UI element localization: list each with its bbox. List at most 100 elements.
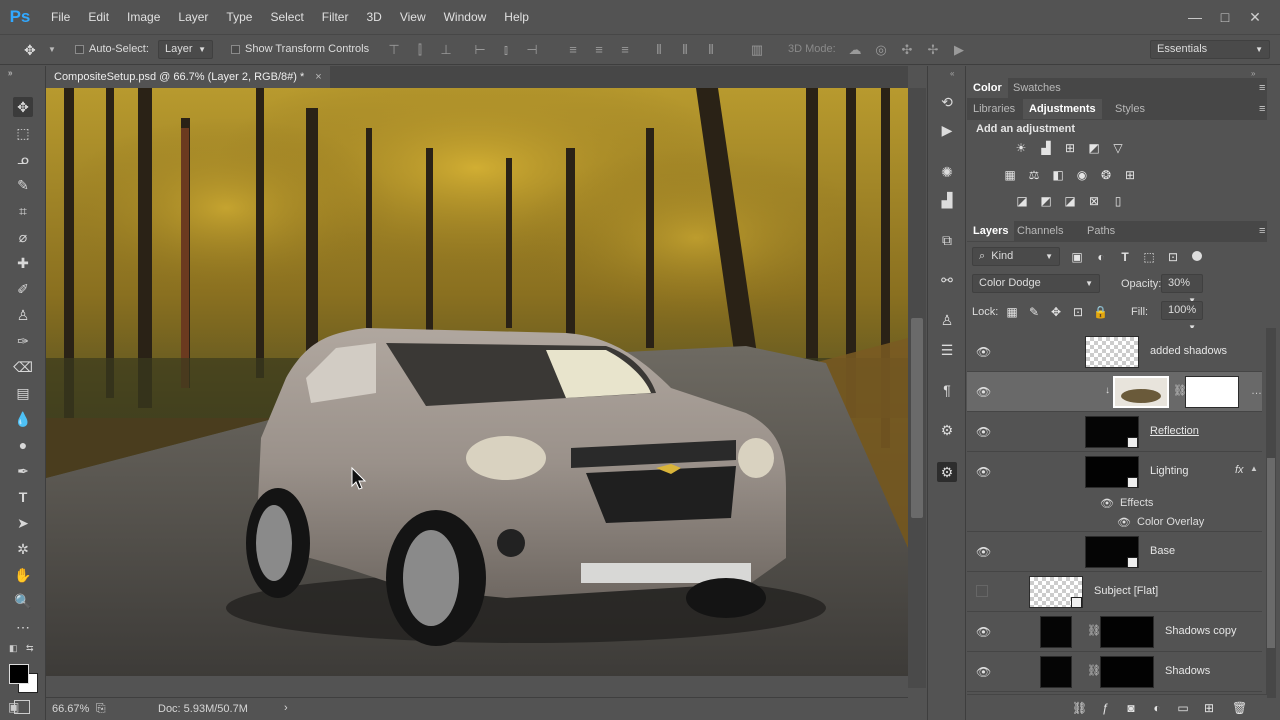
invert-icon[interactable]: ◪	[1015, 194, 1029, 208]
threshold-icon[interactable]: ◪	[1063, 194, 1077, 208]
menu-type[interactable]: Type	[217, 0, 261, 34]
delete-layer-icon[interactable]: 🗑	[1232, 701, 1247, 715]
panel-menu-icon[interactable]: ≡	[1259, 82, 1265, 94]
menu-select[interactable]: Select	[261, 0, 312, 34]
gradient-tool-icon[interactable]: ▤	[13, 383, 33, 403]
workspace-select[interactable]: Essentials ▼	[1150, 40, 1270, 59]
layer-name[interactable]: Shadows copy	[1165, 625, 1237, 637]
settings-gear-icon[interactable]: ⚙	[937, 462, 957, 482]
color-overlay-label[interactable]: Color Overlay	[1137, 516, 1204, 528]
layer-row[interactable]: 👁 ⛓ Shadows copy	[967, 612, 1262, 652]
status-menu-arrow-icon[interactable]: ›	[284, 698, 288, 718]
eraser-tool-icon[interactable]: ⌫	[13, 357, 33, 377]
clone-stamp-tool-icon[interactable]: ♙	[13, 305, 33, 325]
3d-scale-icon[interactable]: ▶	[952, 43, 966, 57]
align-top-icon[interactable]: ⊤	[387, 43, 401, 57]
link-layers-icon[interactable]: ⛓	[1072, 701, 1087, 715]
layer-row[interactable]: 👁 Base	[967, 532, 1262, 572]
tab-paths[interactable]: Paths	[1081, 221, 1121, 241]
swap-colors-icon[interactable]: ⇆	[26, 643, 34, 654]
close-window-button[interactable]: ✕	[1240, 9, 1270, 26]
collapse-effects-icon[interactable]: ▲	[1250, 464, 1258, 473]
lock-artboard-icon[interactable]: ⊡	[1071, 305, 1085, 319]
layer-row-selected[interactable]: 👁 ↓ ⛓ …	[967, 372, 1262, 412]
marquee-tool-icon[interactable]: ⬚	[13, 123, 33, 143]
brush-presets-panel-icon[interactable]: ♙	[937, 310, 957, 330]
hand-tool-icon[interactable]: ✋	[13, 565, 33, 585]
layer-effects-fx-icon[interactable]: fx	[1235, 464, 1244, 476]
expand-panels-icon[interactable]: «	[950, 69, 954, 78]
layer-name[interactable]: Shadows	[1165, 665, 1210, 677]
maximize-button[interactable]: □	[1210, 9, 1240, 25]
layers-scroll-thumb[interactable]	[1267, 458, 1275, 648]
add-mask-icon[interactable]: ◙	[1124, 701, 1138, 715]
navigator-panel-icon[interactable]: ✺	[937, 162, 957, 182]
curves-icon[interactable]: ⊞	[1063, 141, 1077, 155]
black-white-icon[interactable]: ◧	[1051, 168, 1065, 182]
distribute-hcenter-icon[interactable]: ⦀	[678, 43, 692, 57]
vertical-scroll-thumb[interactable]	[911, 318, 923, 518]
menu-3d[interactable]: 3D	[357, 0, 390, 34]
layer-name[interactable]: Lighting	[1150, 465, 1189, 477]
chevron-down-icon[interactable]: ▼	[48, 45, 56, 54]
layer-row[interactable]: 👁 ⛓ Shadows	[967, 652, 1262, 692]
3d-pan-icon[interactable]: ✣	[900, 43, 914, 57]
healing-brush-tool-icon[interactable]: ✚	[13, 253, 33, 273]
document-canvas[interactable]	[46, 88, 908, 676]
panel-menu-icon[interactable]: ≡	[1259, 225, 1265, 237]
screen-mode-icon[interactable]: ▣	[8, 700, 36, 718]
collapse-panels-icon[interactable]: »	[1251, 69, 1255, 78]
layer-filter-select[interactable]: ⌕ Kind ▼	[972, 247, 1060, 266]
timeline-panel-icon[interactable]: ⚙	[937, 420, 957, 440]
levels-icon[interactable]: ▟	[1039, 141, 1053, 155]
actions-panel-icon[interactable]: ▶	[937, 120, 957, 140]
shape-tool-icon[interactable]: ✲	[13, 539, 33, 559]
blend-mode-select[interactable]: Color Dodge ▼	[972, 274, 1100, 293]
tab-swatches[interactable]: Swatches	[1007, 78, 1067, 98]
eyedropper-tool-icon[interactable]: ⌀	[13, 227, 33, 247]
3d-panel-icon[interactable]: ⧉	[937, 230, 957, 250]
layer-name[interactable]: Reflection	[1150, 425, 1199, 437]
filter-shape-icon[interactable]: ⬚	[1142, 250, 1156, 264]
3d-roll-icon[interactable]: ◎	[874, 43, 888, 57]
document-tab[interactable]: CompositeSetup.psd @ 66.7% (Layer 2, RGB…	[46, 66, 330, 88]
collapse-left-panel-icon[interactable]: »	[8, 68, 12, 77]
new-layer-icon[interactable]: ⊞	[1202, 701, 1216, 715]
brightness-contrast-icon[interactable]: ☀	[1014, 141, 1028, 155]
tab-adjustments[interactable]: Adjustments	[1023, 99, 1102, 119]
tab-channels[interactable]: Channels	[1011, 221, 1069, 241]
visibility-eye-icon[interactable]: 👁	[976, 545, 991, 559]
tab-color[interactable]: Color	[967, 78, 1008, 98]
add-layer-style-icon[interactable]: ƒ	[1098, 701, 1112, 715]
layer-name[interactable]: Subject [Flat]	[1094, 585, 1158, 597]
quick-select-tool-icon[interactable]: ✎	[13, 175, 33, 195]
color-balance-icon[interactable]: ⚖	[1027, 168, 1041, 182]
distribute-left-icon[interactable]: ⦀	[652, 43, 666, 57]
filter-smart-object-icon[interactable]: ⊡	[1166, 250, 1180, 264]
dodge-tool-icon[interactable]: ●	[13, 435, 33, 455]
menu-help[interactable]: Help	[495, 0, 538, 34]
align-vcenter-icon[interactable]: ⫿	[413, 43, 427, 57]
brush-tool-icon[interactable]: ✐	[13, 279, 33, 299]
distribute-top-icon[interactable]: ≡	[566, 43, 580, 57]
move-tool-preset-icon[interactable]: ✥	[24, 42, 42, 58]
new-group-icon[interactable]: ▭	[1176, 701, 1190, 715]
color-overlay-eye-icon[interactable]: 👁	[1117, 516, 1131, 529]
paragraph-panel-icon[interactable]: ¶	[937, 380, 957, 400]
crop-tool-icon[interactable]: ⌗	[13, 201, 33, 221]
auto-select-target-select[interactable]: Layer ▼	[158, 40, 213, 59]
lock-image-icon[interactable]: ✎	[1027, 305, 1041, 319]
visibility-eye-icon[interactable]: 👁	[976, 345, 991, 359]
auto-align-icon[interactable]: ▥	[750, 43, 764, 57]
align-bottom-icon[interactable]: ⊥	[439, 43, 453, 57]
menu-filter[interactable]: Filter	[313, 0, 358, 34]
3d-orbit-icon[interactable]: ☁	[848, 43, 862, 57]
lasso-tool-icon[interactable]: ᓄ	[13, 149, 33, 169]
pen-tool-icon[interactable]: ✒	[13, 461, 33, 481]
tab-styles[interactable]: Styles	[1109, 99, 1151, 119]
filter-toggle-icon[interactable]	[1192, 251, 1202, 261]
visibility-off-box[interactable]	[976, 585, 988, 597]
zoom-tool-icon[interactable]: 🔍	[13, 591, 33, 611]
visibility-eye-icon[interactable]: 👁	[976, 385, 991, 399]
menu-window[interactable]: Window	[435, 0, 496, 34]
